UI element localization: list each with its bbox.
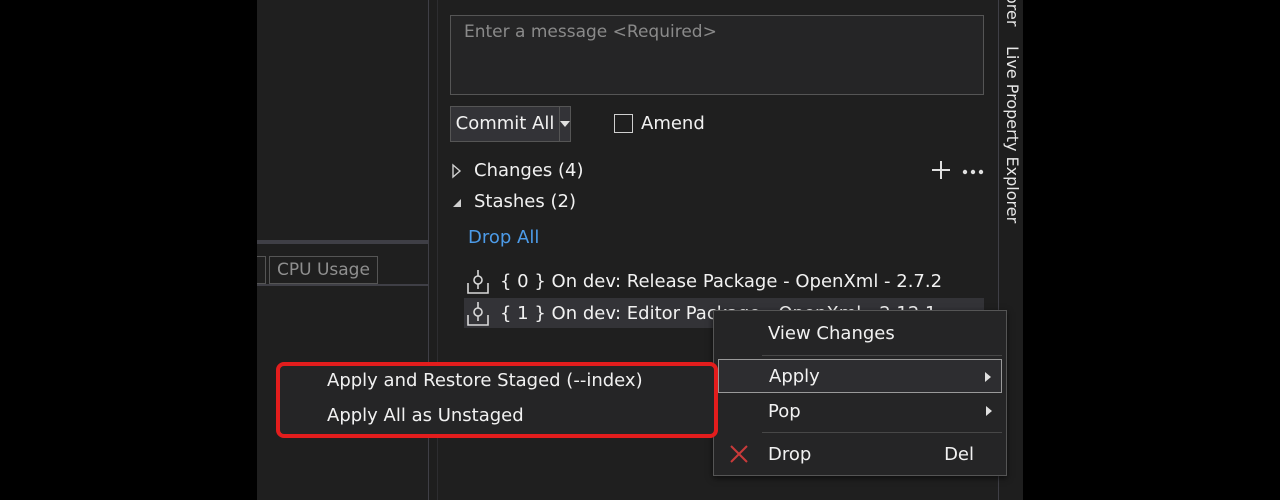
menu-item-shortcut: Del xyxy=(944,443,974,465)
menu-item-label: Apply xyxy=(769,365,820,387)
amend-checkbox-row[interactable]: Amend xyxy=(614,113,705,134)
submenu-arrow-icon xyxy=(985,372,991,382)
stash-context-menu: View Changes Apply Pop Drop Del xyxy=(713,310,1007,476)
stashes-label: Stashes (2) xyxy=(474,191,576,212)
amend-label: Amend xyxy=(641,113,705,134)
stash-icon xyxy=(467,302,489,326)
chevron-expanded-icon xyxy=(453,198,461,207)
changes-section-header[interactable]: Changes (4) xyxy=(450,160,584,181)
commit-message-input[interactable] xyxy=(451,16,983,48)
changes-label: Changes (4) xyxy=(474,160,584,181)
chevron-down-icon xyxy=(560,121,570,127)
plus-icon[interactable] xyxy=(931,160,951,180)
commit-message-box[interactable] xyxy=(450,15,984,95)
menu-item-label: View Changes xyxy=(768,322,895,344)
close-icon xyxy=(730,445,748,463)
more-options-icon[interactable] xyxy=(962,169,984,175)
stashes-section-header[interactable]: Stashes (2) xyxy=(450,191,576,212)
menu-item-pop[interactable]: Pop xyxy=(718,394,1002,428)
submenu-arrow-icon xyxy=(986,406,992,416)
pane-splitter[interactable] xyxy=(257,240,428,244)
side-tab-partial-label: orer xyxy=(1003,0,1022,27)
menu-separator xyxy=(762,432,1002,433)
drop-all-link[interactable]: Drop All xyxy=(468,227,539,248)
highlight-annotation xyxy=(276,362,718,438)
diagnostics-tabstrip: CPU Usage xyxy=(257,254,428,286)
side-tab-label: Live Property Explorer xyxy=(1003,46,1022,224)
menu-item-label: Drop xyxy=(768,443,812,465)
menu-separator xyxy=(762,355,1002,356)
stash-item[interactable]: { 0 } On dev: Release Package - OpenXml … xyxy=(464,266,984,296)
menu-item-drop[interactable]: Drop Del xyxy=(718,437,1002,471)
stash-label: { 0 } On dev: Release Package - OpenXml … xyxy=(500,270,943,292)
tab-cpu-usage[interactable]: CPU Usage xyxy=(269,256,378,284)
tab-previous[interactable] xyxy=(257,256,266,284)
menu-item-apply[interactable]: Apply xyxy=(718,359,1002,393)
menu-item-view-changes[interactable]: View Changes xyxy=(718,316,1002,350)
stash-icon xyxy=(467,270,489,294)
commit-all-label[interactable]: Commit All xyxy=(451,107,560,141)
amend-checkbox[interactable] xyxy=(614,114,633,133)
commit-all-button[interactable]: Commit All xyxy=(450,106,571,142)
menu-item-label: Pop xyxy=(768,400,801,422)
commit-dropdown-button[interactable] xyxy=(560,107,570,141)
chevron-right-icon xyxy=(452,162,462,179)
